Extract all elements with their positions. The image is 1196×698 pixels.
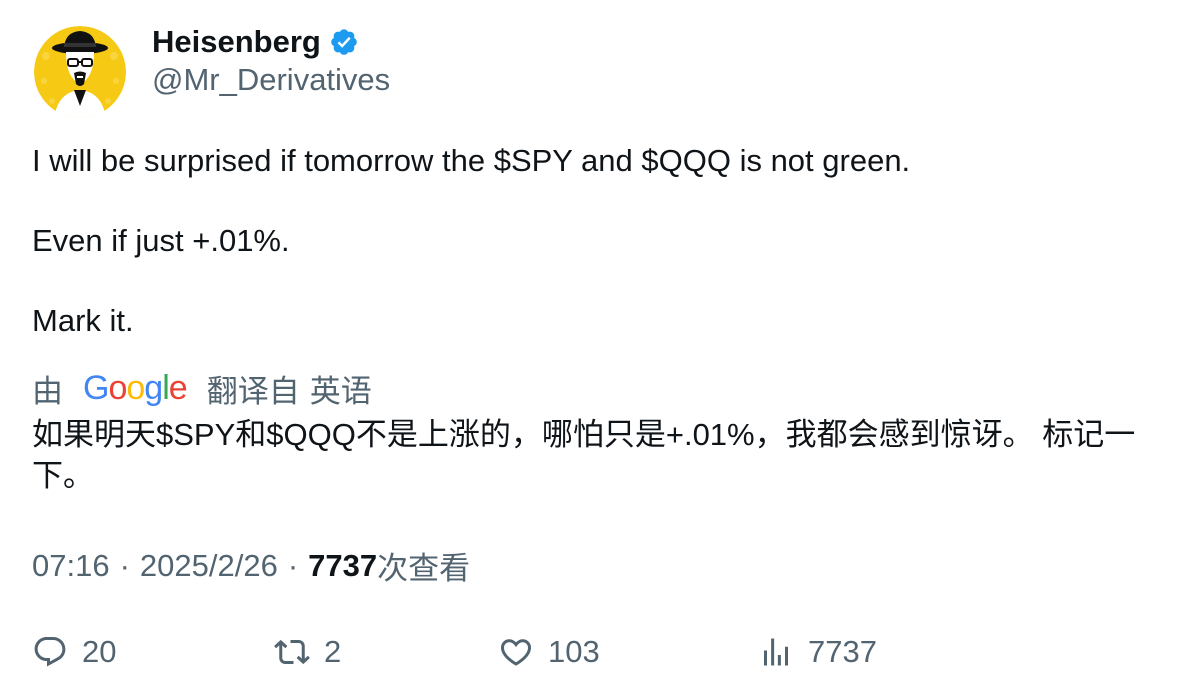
retweet-button[interactable]: 2 [274, 628, 341, 676]
reply-button[interactable]: 20 [32, 628, 116, 676]
bar-chart-icon [758, 634, 794, 670]
retweet-count: 2 [324, 634, 342, 669]
verified-badge-icon[interactable] [329, 27, 359, 57]
views-label: 次查看 [377, 551, 471, 586]
tweet-paragraph: Even if just +.01%. [32, 223, 290, 258]
avatar[interactable] [34, 26, 126, 118]
translation-prefix: 由 [32, 373, 63, 409]
heisenberg-avatar-icon [34, 26, 126, 118]
tweet-paragraph: I will be surprised if tomorrow the $SPY… [32, 143, 911, 178]
like-button[interactable]: 103 [498, 628, 600, 676]
author-name-row: Heisenberg [152, 22, 359, 62]
google-logo: Google [83, 368, 188, 407]
reply-icon [32, 634, 68, 670]
views-count: 7737 [308, 547, 378, 583]
tweet-body: I will be surprised if tomorrow the $SPY… [32, 141, 1162, 341]
author-display-name[interactable]: Heisenberg [152, 24, 321, 60]
views-count-action: 7737 [808, 634, 877, 669]
tweet-meta: 07:16 · 2025/2/26 · 7737 次查看 [32, 543, 470, 588]
tweet-paragraph: Mark it. [32, 303, 134, 338]
author-handle[interactable]: @Mr_Derivatives [152, 62, 390, 98]
meta-separator: · [287, 547, 299, 583]
reply-count: 20 [82, 634, 117, 669]
translated-text: 如果明天$SPY和$QQQ不是上涨的，哪怕只是+.01%，我都会感到惊讶。 标记… [32, 417, 1136, 493]
views-button[interactable]: 7737 [758, 628, 877, 676]
meta-separator: · [119, 547, 130, 583]
translation-action: 翻译自 [206, 373, 300, 409]
retweet-icon [274, 634, 310, 670]
action-bar: 20 2 103 7737 [0, 628, 1196, 676]
like-count: 103 [548, 634, 600, 669]
heart-icon [498, 634, 534, 670]
tweet-date[interactable]: 2025/2/26 [140, 548, 278, 584]
translation-source-language: 英语 [309, 373, 372, 409]
tweet-time[interactable]: 07:16 [32, 548, 110, 584]
translation-attribution[interactable]: 由 Google 翻译自 英语 [32, 366, 372, 410]
